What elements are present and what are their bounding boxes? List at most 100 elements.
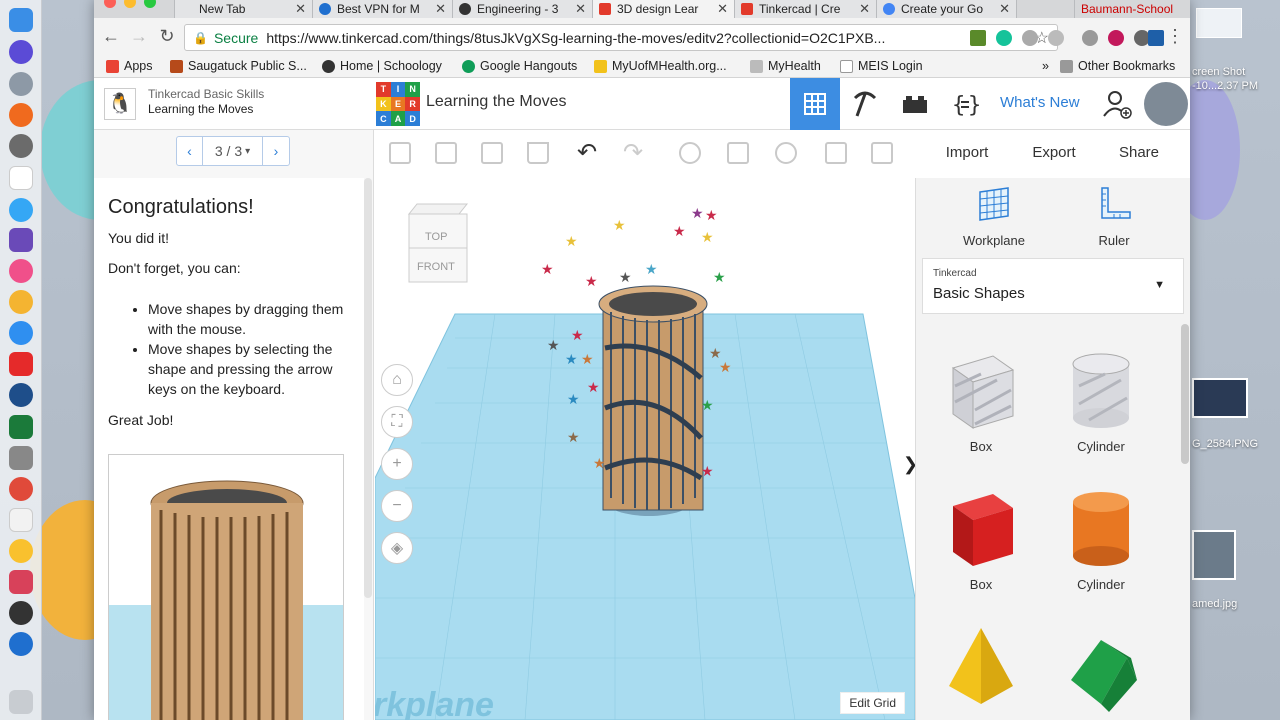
camtasia-icon[interactable]: [9, 415, 33, 439]
desktop-file-label[interactable]: G_2584.PNG: [1192, 438, 1258, 450]
tab[interactable]: New Tab ✕: [174, 0, 312, 18]
extension-grammarly-icon[interactable]: [996, 30, 1012, 46]
desktop-thumb-1[interactable]: [1192, 378, 1248, 418]
imovie-icon[interactable]: [9, 228, 33, 252]
undo-icon[interactable]: ↶: [577, 138, 597, 167]
close-icon[interactable]: ✕: [717, 1, 728, 17]
quicktime-icon[interactable]: [9, 383, 33, 407]
reload-button[interactable]: ↻: [156, 26, 178, 47]
appstore-icon[interactable]: [9, 321, 33, 345]
messages-icon[interactable]: [9, 198, 33, 222]
desktop-file-label[interactable]: amed.jpg: [1192, 598, 1237, 610]
view-cube[interactable]: TOP FRONT: [403, 200, 473, 286]
bookmark-hangouts[interactable]: Google Hangouts: [462, 59, 577, 73]
siri-icon[interactable]: [9, 40, 33, 64]
launchpad-icon[interactable]: [9, 72, 33, 96]
lesson-scrollbar[interactable]: [364, 178, 372, 598]
profile-badge[interactable]: Baumann-School: [1074, 0, 1190, 18]
firefox-icon[interactable]: [9, 103, 33, 127]
vpn-icon[interactable]: [9, 632, 33, 656]
step-select[interactable]: 3 / 3 ▾: [203, 137, 263, 165]
3d-viewport[interactable]: ★ ★ ★ ★ ★ ★ ★ ★ ★ ★ ★ ★ ★ ★ ★ ★ ★ ★ ★ ★ …: [375, 178, 915, 720]
other-bookmarks[interactable]: Other Bookmarks: [1060, 59, 1175, 73]
forward-button[interactable]: →: [128, 26, 150, 47]
itunes-icon[interactable]: [9, 259, 33, 283]
design-title[interactable]: Learning the Moves: [426, 93, 567, 111]
zoom-window-button[interactable]: [144, 0, 156, 8]
new-tab-button[interactable]: [1016, 0, 1056, 18]
shape-cylinder-solid[interactable]: Cylinder: [1046, 484, 1156, 592]
shape-cylinder-hole[interactable]: Cylinder: [1046, 346, 1156, 454]
minecraft-view-button[interactable]: [840, 78, 890, 130]
google-apps-icon[interactable]: [9, 539, 33, 563]
bookmark-myhealth[interactable]: MyHealth: [750, 59, 821, 73]
photo-booth-icon[interactable]: [9, 352, 33, 376]
shape-library-select[interactable]: Tinkercad Basic Shapes ▼: [922, 258, 1184, 314]
desktop-file-label[interactable]: creen Shot: [1192, 66, 1245, 78]
share-button[interactable]: Share: [1100, 136, 1178, 168]
next-step-button[interactable]: ›: [263, 137, 289, 165]
codeblocks-view-button[interactable]: { }: [940, 78, 990, 130]
fit-view-button[interactable]: ⛶: [381, 406, 413, 438]
shapes-scrollbar[interactable]: [1181, 324, 1189, 464]
finder-icon[interactable]: [9, 8, 33, 32]
hole-icon[interactable]: [775, 142, 797, 164]
url-text[interactable]: https://www.tinkercad.com/things/8tusJkV…: [266, 30, 885, 46]
copy-icon[interactable]: [389, 142, 411, 164]
schoology-icon[interactable]: [9, 601, 33, 625]
ruler-tool[interactable]: Ruler: [1074, 186, 1154, 248]
minimize-window-button[interactable]: [124, 0, 136, 8]
tab[interactable]: Engineering - 3 ✕: [452, 0, 592, 18]
zoom-in-button[interactable]: +: [381, 448, 413, 480]
duplicate-icon[interactable]: [481, 142, 503, 164]
shape-box-solid[interactable]: Box: [926, 484, 1036, 592]
close-icon[interactable]: ✕: [295, 1, 306, 17]
extension-icon[interactable]: [1108, 30, 1124, 46]
desktop-thumb-3[interactable]: [1196, 8, 1242, 38]
workplane-tool[interactable]: Workplane: [954, 186, 1034, 248]
close-icon[interactable]: ✕: [575, 1, 586, 17]
prev-step-button[interactable]: ‹: [177, 137, 203, 165]
settings-icon[interactable]: [9, 134, 33, 158]
desktop-thumb-2[interactable]: [1192, 530, 1236, 580]
extension-h-icon[interactable]: [1082, 30, 1098, 46]
tab[interactable]: Best VPN for M ✕: [312, 0, 452, 18]
3d-view-button[interactable]: [790, 78, 840, 130]
align-icon[interactable]: [825, 142, 847, 164]
close-window-button[interactable]: [104, 0, 116, 8]
menu-icon[interactable]: ⋮: [1164, 26, 1186, 47]
tab[interactable]: Tinkercad | Cre ✕: [734, 0, 876, 18]
shape-pyramid[interactable]: [926, 624, 1036, 717]
textedit-icon[interactable]: [9, 508, 33, 532]
bookmark-schoology[interactable]: Home | Schoology: [322, 59, 442, 73]
close-icon[interactable]: ✕: [859, 1, 870, 17]
collapse-panel-icon[interactable]: ❯: [903, 454, 915, 484]
tab[interactable]: Create your Go ✕: [876, 0, 1016, 18]
extension-icon[interactable]: [1048, 30, 1064, 46]
whats-new-link[interactable]: What's New: [1000, 94, 1080, 111]
zoom-out-button[interactable]: −: [381, 490, 413, 522]
back-button[interactable]: ←: [100, 26, 122, 47]
edit-grid-button[interactable]: Edit Grid: [840, 692, 905, 714]
tinkercad-logo[interactable]: T I N K E R C A D: [376, 82, 420, 126]
redo-icon[interactable]: ↷: [623, 138, 643, 167]
extension-cast-icon[interactable]: [970, 30, 986, 46]
bookmark-saugatuck[interactable]: Saugatuck Public S...: [170, 59, 307, 73]
shape-icon[interactable]: [727, 142, 749, 164]
trash-icon[interactable]: [9, 690, 33, 714]
bookmark-apps[interactable]: Apps: [106, 59, 153, 73]
notes-icon[interactable]: [679, 142, 701, 164]
bookmark-myuofmhealth[interactable]: MyUofMHealth.org...: [594, 59, 727, 73]
add-user-button[interactable]: [1092, 78, 1142, 130]
address-bar[interactable]: 🔒 Secure https://www.tinkercad.com/thing…: [184, 24, 1058, 51]
delete-icon[interactable]: [527, 142, 549, 164]
extension-icon[interactable]: [1022, 30, 1038, 46]
calculator-icon[interactable]: [9, 446, 33, 470]
desktop-file-label[interactable]: -10...2.37 PM: [1192, 80, 1258, 92]
shape-box-hole[interactable]: Box: [926, 346, 1036, 454]
home-view-button[interactable]: ⌂: [381, 364, 413, 396]
mirror-icon[interactable]: [871, 142, 893, 164]
tab-active[interactable]: 3D design Lear ✕: [592, 0, 734, 18]
calendar-icon[interactable]: [9, 166, 33, 190]
bookmark-meis[interactable]: MEIS Login: [840, 59, 923, 73]
